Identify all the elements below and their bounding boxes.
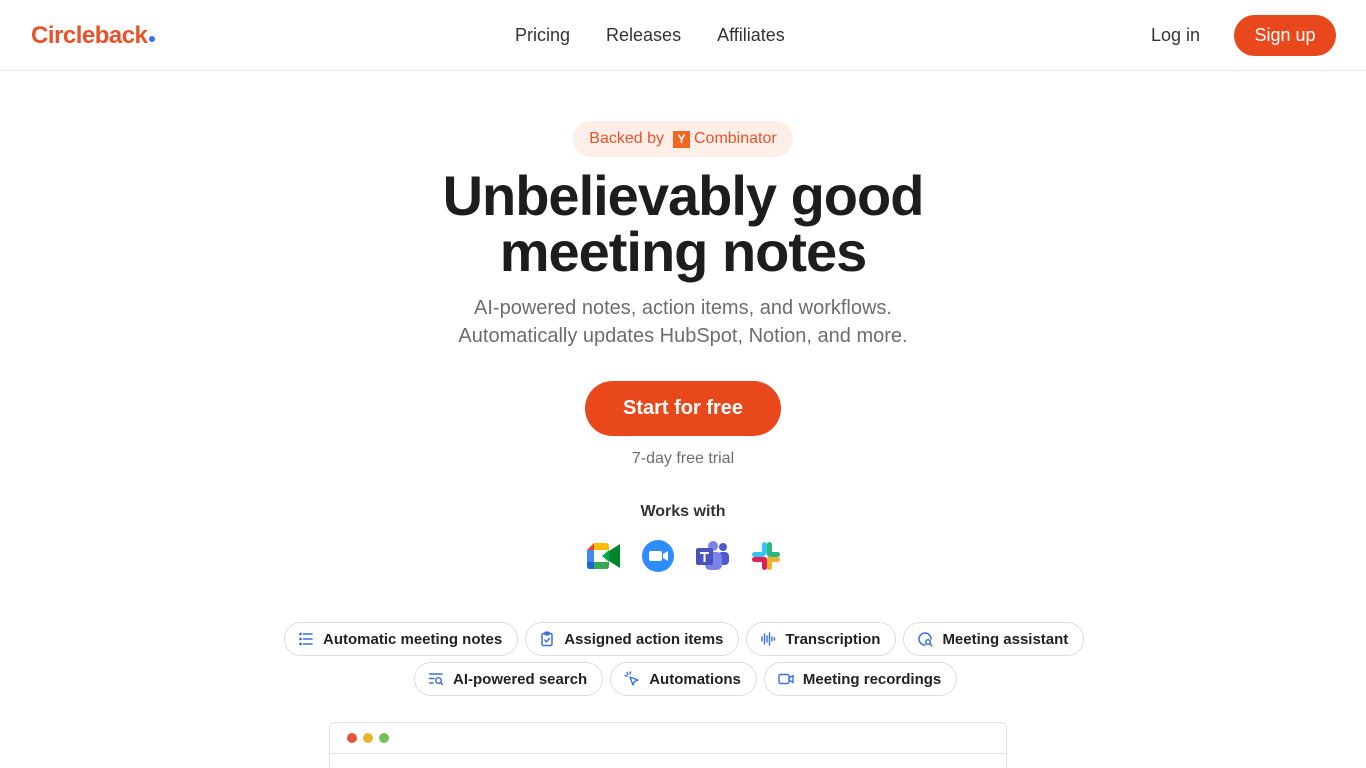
trial-note: 7-day free trial <box>631 450 735 467</box>
badge-prefix: Backed by <box>589 130 664 147</box>
tab-label: AI-powered search <box>453 670 588 688</box>
integrations-list <box>587 538 783 574</box>
tab-meeting-assistant[interactable]: Meeting assistant <box>903 622 1085 656</box>
signup-button[interactable]: Sign up <box>1234 15 1336 56</box>
tab-automatic-meeting-notes[interactable]: Automatic meeting notes <box>284 622 519 656</box>
works-with-label: Works with <box>640 503 726 520</box>
preview-title-bar <box>330 723 1006 754</box>
yc-badge[interactable]: Backed by Y Combinator <box>573 121 793 157</box>
tab-label: Assigned action items <box>564 630 724 648</box>
nav-affiliates[interactable]: Affiliates <box>717 25 785 46</box>
headline-line-2: meeting notes <box>499 220 868 283</box>
window-close-dot <box>347 733 357 743</box>
slack-icon <box>749 538 783 574</box>
main-nav: Pricing Releases Affiliates <box>515 25 785 46</box>
window-minimize-dot <box>363 733 373 743</box>
headline-line-1: Unbelievably good <box>442 164 925 227</box>
clipboard-check-icon <box>539 631 555 647</box>
tab-label: Automations <box>649 670 741 688</box>
window-maximize-dot <box>379 733 389 743</box>
audio-wave-icon <box>760 631 776 647</box>
badge-suffix: Combinator <box>694 130 777 147</box>
cursor-click-icon <box>624 671 640 687</box>
google-meet-icon <box>587 538 621 574</box>
tab-label: Meeting assistant <box>942 630 1069 648</box>
tab-transcription[interactable]: Transcription <box>746 622 897 656</box>
y-combinator-logo-icon: Y <box>673 130 690 148</box>
logo-dot-icon <box>149 36 156 42</box>
tab-label: Transcription <box>785 630 881 648</box>
hero-headline: Unbelievably good meeting notes <box>383 168 983 280</box>
nav-pricing[interactable]: Pricing <box>515 25 570 46</box>
login-link[interactable]: Log in <box>1151 25 1200 46</box>
app-preview-window <box>329 722 1007 768</box>
subtitle-line-1: AI-powered notes, action items, and work… <box>474 297 892 319</box>
zoom-icon <box>641 538 675 574</box>
search-list-icon <box>428 671 444 687</box>
nav-releases[interactable]: Releases <box>606 25 681 46</box>
brand-logo[interactable]: Circleback <box>31 22 156 50</box>
microsoft-teams-icon <box>695 538 729 574</box>
tab-label: Meeting recordings <box>802 670 942 688</box>
tab-ai-powered-search[interactable]: AI-powered search <box>414 662 604 696</box>
start-free-button[interactable]: Start for free <box>585 381 781 436</box>
list-icon <box>298 631 314 647</box>
tab-meeting-recordings[interactable]: Meeting recordings <box>763 662 958 696</box>
tab-assigned-action-items[interactable]: Assigned action items <box>525 622 740 656</box>
tab-label: Automatic meeting notes <box>323 630 503 648</box>
feature-tabs-row-1: Automatic meeting notes Assigned action … <box>284 622 1085 656</box>
feature-tabs-row-2: AI-powered search Automations Meeting re… <box>414 662 958 696</box>
site-header: Circleback Pricing Releases Affiliates L… <box>0 0 1366 71</box>
tab-automations[interactable]: Automations <box>610 662 757 696</box>
video-icon <box>778 671 794 687</box>
assistant-icon <box>917 631 933 647</box>
subtitle-line-2: Automatically updates HubSpot, Notion, a… <box>458 325 908 347</box>
hero-subtitle: AI-powered notes, action items, and work… <box>383 294 983 350</box>
